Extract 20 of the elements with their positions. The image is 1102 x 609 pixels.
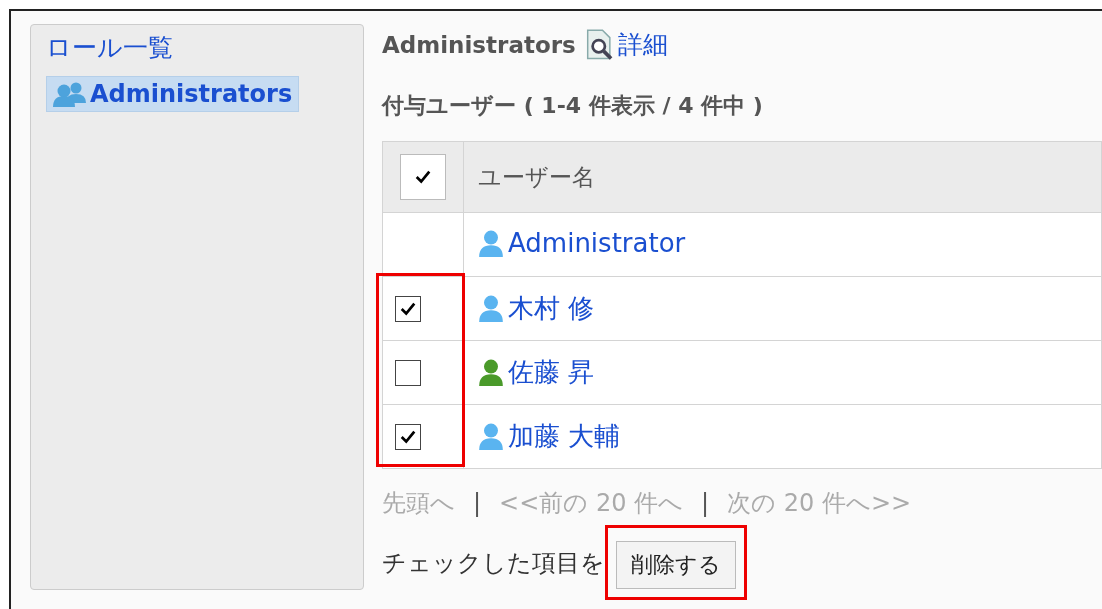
row-checkbox[interactable] xyxy=(395,295,421,322)
user-link[interactable]: 佐藤 昇 xyxy=(476,354,595,390)
row-checkbox[interactable] xyxy=(395,359,421,386)
user-link[interactable]: 木村 修 xyxy=(476,290,595,326)
detail-link[interactable]: 詳細 xyxy=(583,28,668,61)
delete-button[interactable]: 削除する xyxy=(616,541,736,589)
column-header: ユーザー名 xyxy=(463,141,1102,213)
select-all-checkbox[interactable] xyxy=(400,154,446,200)
row-checkbox[interactable] xyxy=(395,423,421,450)
checkmark-icon xyxy=(414,168,432,186)
separator: | xyxy=(473,489,482,517)
users-icon xyxy=(52,81,88,107)
user-link[interactable]: Administrator xyxy=(476,228,686,258)
section-title: 付与ユーザー ( 1-4 件表示 / 4 件中 ) xyxy=(382,92,763,120)
sidebar-item[interactable]: Administrators xyxy=(46,76,300,112)
separator: | xyxy=(701,489,710,517)
user-link[interactable]: 加藤 大輔 xyxy=(476,418,621,454)
action-label: チェックした項目を xyxy=(382,547,605,579)
role-title: Administrators xyxy=(382,31,576,58)
role-list-link[interactable]: ロール一覧 xyxy=(46,31,173,64)
